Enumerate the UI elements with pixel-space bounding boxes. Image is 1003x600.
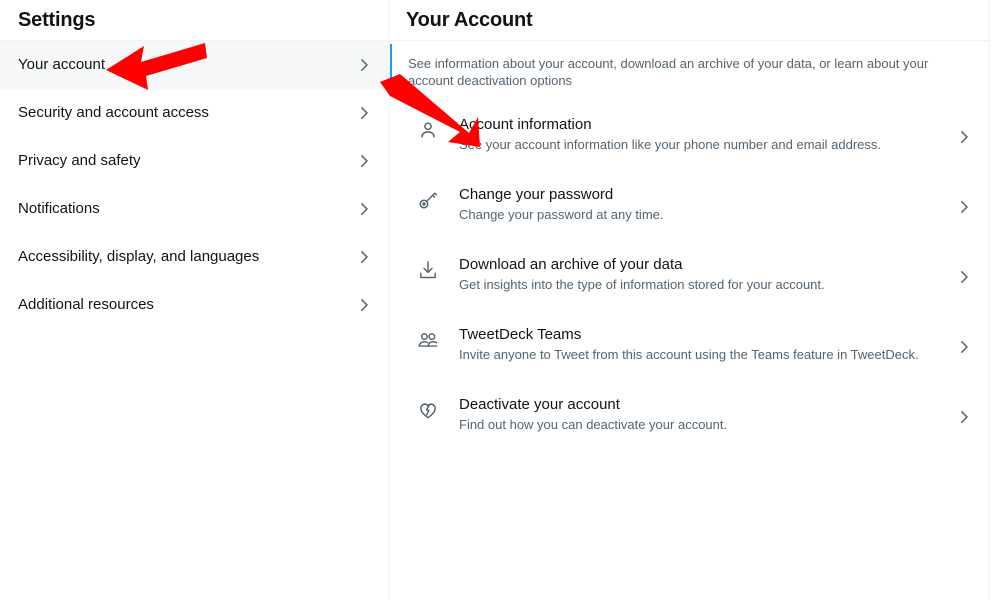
list-item-subtitle: Get insights into the type of informatio… bbox=[459, 277, 825, 292]
list-item-deactivate-your-account[interactable]: Deactivate your account Find out how you… bbox=[390, 381, 989, 451]
page-title: Your Account bbox=[406, 8, 533, 31]
sidebar-item-label: Accessibility, display, and languages bbox=[18, 248, 260, 265]
panel-description-block: See information about your account, down… bbox=[390, 41, 989, 101]
sidebar-item-accessibility-display-and-languages[interactable]: Accessibility, display, and languages bbox=[0, 233, 389, 281]
chevron-right-icon bbox=[955, 408, 973, 426]
download-icon bbox=[408, 255, 448, 281]
sidebar-item-label: Additional resources bbox=[18, 296, 154, 313]
chevron-right-icon bbox=[355, 296, 373, 314]
list-item-text: Change your password Change your passwor… bbox=[448, 185, 955, 223]
panel-description: See information about your account, down… bbox=[408, 56, 929, 88]
list-item-title: Download an archive of your data bbox=[459, 256, 683, 273]
chevron-right-icon bbox=[355, 56, 373, 74]
chevron-right-icon bbox=[955, 198, 973, 216]
sidebar-item-label: Security and account access bbox=[18, 104, 209, 121]
list-item-title: TweetDeck Teams bbox=[459, 326, 582, 343]
list-item-subtitle: Find out how you can deactivate your acc… bbox=[459, 417, 728, 432]
list-item-title: Change your password bbox=[459, 186, 614, 203]
chevron-right-icon bbox=[355, 104, 373, 122]
list-item-text: Account information See your account inf… bbox=[448, 115, 955, 153]
broken-heart-icon bbox=[408, 395, 448, 421]
list-item-text: Deactivate your account Find out how you… bbox=[448, 395, 955, 433]
person-icon bbox=[408, 115, 448, 141]
sidebar-item-your-account[interactable]: Your account bbox=[0, 41, 389, 89]
list-item-title: Account information bbox=[459, 116, 592, 133]
people-icon bbox=[408, 325, 448, 351]
chevron-right-icon bbox=[355, 200, 373, 218]
list-item-subtitle: Change your password at any time. bbox=[459, 207, 664, 222]
chevron-right-icon bbox=[355, 152, 373, 170]
panel-header: Your Account bbox=[390, 0, 989, 41]
chevron-right-icon bbox=[955, 268, 973, 286]
sidebar-title: Settings bbox=[18, 8, 96, 31]
list-item-change-your-password[interactable]: Change your password Change your passwor… bbox=[390, 171, 989, 241]
account-options-list: Account information See your account inf… bbox=[390, 101, 989, 451]
sidebar-header: Settings bbox=[0, 0, 389, 41]
right-gutter bbox=[990, 0, 1003, 600]
settings-sidebar: Settings Your account Security and accou… bbox=[0, 0, 390, 600]
sidebar-item-notifications[interactable]: Notifications bbox=[0, 185, 389, 233]
list-item-tweetdeck-teams[interactable]: TweetDeck Teams Invite anyone to Tweet f… bbox=[390, 311, 989, 381]
list-item-text: Download an archive of your data Get ins… bbox=[448, 255, 955, 293]
sidebar-item-label: Privacy and safety bbox=[18, 152, 141, 169]
chevron-right-icon bbox=[955, 128, 973, 146]
list-item-subtitle: Invite anyone to Tweet from this account… bbox=[459, 347, 919, 362]
sidebar-item-additional-resources[interactable]: Additional resources bbox=[0, 281, 389, 329]
your-account-panel: Your Account See information about your … bbox=[390, 0, 990, 600]
key-icon bbox=[408, 185, 448, 211]
sidebar-item-label: Your account bbox=[18, 56, 106, 73]
list-item-subtitle: See your account information like your p… bbox=[459, 137, 882, 152]
sidebar-nav-list: Your account Security and account access… bbox=[0, 41, 389, 329]
chevron-right-icon bbox=[355, 248, 373, 266]
accent-bar bbox=[390, 44, 392, 96]
sidebar-item-security-and-account-access[interactable]: Security and account access bbox=[0, 89, 389, 137]
sidebar-item-label: Notifications bbox=[18, 200, 100, 217]
list-item-title: Deactivate your account bbox=[459, 396, 620, 413]
sidebar-item-privacy-and-safety[interactable]: Privacy and safety bbox=[0, 137, 389, 185]
list-item-text: TweetDeck Teams Invite anyone to Tweet f… bbox=[448, 325, 955, 363]
list-item-account-information[interactable]: Account information See your account inf… bbox=[390, 101, 989, 171]
settings-page: Settings Your account Security and accou… bbox=[0, 0, 1003, 600]
list-item-download-an-archive-of-your-data[interactable]: Download an archive of your data Get ins… bbox=[390, 241, 989, 311]
chevron-right-icon bbox=[955, 338, 973, 356]
